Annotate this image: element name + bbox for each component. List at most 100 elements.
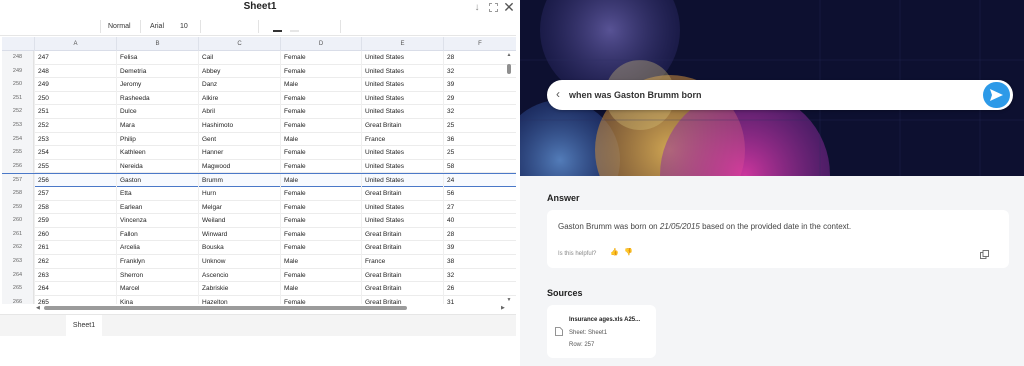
table-cell[interactable]: Demetria: [116, 64, 198, 79]
row-number[interactable]: 263: [2, 255, 34, 269]
table-cell[interactable]: Female: [280, 187, 361, 201]
table-cell[interactable]: France: [361, 132, 443, 147]
table-row[interactable]: 252 251 Dulce Abril Female United States 32: [2, 105, 516, 119]
table-row[interactable]: 264 263 Sherron Ascencio Female Great Britain…: [2, 268, 516, 283]
table-cell[interactable]: Female: [280, 214, 361, 228]
table-cell[interactable]: Unknow: [198, 255, 280, 269]
table-cell[interactable]: United States: [361, 105, 443, 119]
bold-icon[interactable]: [273, 30, 282, 32]
table-cell[interactable]: Rasheeda: [116, 91, 198, 106]
table-cell[interactable]: Female: [280, 91, 361, 106]
column-header[interactable]: A: [34, 37, 116, 51]
scroll-thumb[interactable]: [507, 64, 511, 74]
table-cell[interactable]: Philip: [116, 132, 198, 147]
table-cell[interactable]: United States: [361, 159, 443, 174]
source-file-name[interactable]: Insurance ages.xls A25...: [569, 317, 640, 323]
table-cell[interactable]: 255: [34, 159, 116, 174]
row-number[interactable]: 265: [2, 282, 34, 296]
table-cell[interactable]: Bouska: [198, 241, 280, 255]
table-row[interactable]: 248 247 Felisa Cail Female United States 28: [2, 51, 516, 65]
row-number[interactable]: 251: [2, 91, 34, 106]
row-number[interactable]: 254: [2, 132, 34, 147]
table-row[interactable]: 251 250 Rasheeda Alkire Female United States 2…: [2, 91, 516, 106]
row-number[interactable]: 257: [2, 174, 34, 188]
row-number[interactable]: 255: [2, 146, 34, 160]
table-cell[interactable]: France: [361, 255, 443, 269]
table-cell[interactable]: Male: [280, 132, 361, 147]
table-row[interactable]: 259 258 Earlean Melgar Female United States 27: [2, 200, 516, 215]
table-row[interactable]: 265 264 Marcel Zabriskie Male Great Britain 26: [2, 282, 516, 296]
table-cell[interactable]: Dulce: [116, 105, 198, 119]
table-row[interactable]: 261 260 Fallon Winward Female Great Britain 28: [2, 227, 516, 242]
close-icon[interactable]: ✕: [503, 0, 515, 14]
thumbs-down-icon[interactable]: 👎: [624, 248, 633, 256]
font-size-select[interactable]: 10: [180, 22, 188, 31]
table-cell[interactable]: Great Britain: [361, 282, 443, 296]
table-cell[interactable]: Abbey: [198, 64, 280, 79]
table-cell[interactable]: United States: [361, 214, 443, 228]
table-cell[interactable]: Cail: [198, 51, 280, 65]
table-cell[interactable]: United States: [361, 146, 443, 160]
table-cell[interactable]: Nereida: [116, 159, 198, 174]
table-cell[interactable]: 258: [34, 200, 116, 215]
copy-icon[interactable]: [980, 250, 989, 259]
table-cell[interactable]: Fallon: [116, 227, 198, 242]
table-cell[interactable]: Hanner: [198, 146, 280, 160]
table-cell[interactable]: Kathleen: [116, 146, 198, 160]
row-number[interactable]: 264: [2, 268, 34, 283]
table-cell[interactable]: Female: [280, 105, 361, 119]
table-cell[interactable]: Jeromy: [116, 78, 198, 92]
table-row[interactable]: 255 254 Kathleen Hanner Female United States 2…: [2, 146, 516, 160]
table-cell[interactable]: 249: [34, 78, 116, 92]
table-cell[interactable]: 257: [34, 187, 116, 201]
table-cell[interactable]: 261: [34, 241, 116, 255]
table-cell[interactable]: Marcel: [116, 282, 198, 296]
table-cell[interactable]: 262: [34, 255, 116, 269]
table-cell[interactable]: Great Britain: [361, 187, 443, 201]
column-header[interactable]: E: [361, 37, 443, 51]
table-cell[interactable]: Female: [280, 51, 361, 65]
table-cell[interactable]: Hashimoto: [198, 119, 280, 133]
table-cell[interactable]: Female: [280, 200, 361, 215]
scroll-up-icon[interactable]: ▲: [506, 52, 512, 58]
cell-style-select[interactable]: Normal: [108, 22, 131, 31]
table-cell[interactable]: 263: [34, 268, 116, 283]
table-cell[interactable]: Winward: [198, 227, 280, 242]
table-row[interactable]: 258 257 Etta Hurn Female Great Britain 56: [2, 187, 516, 201]
table-cell[interactable]: Mara: [116, 119, 198, 133]
table-cell[interactable]: United States: [361, 78, 443, 92]
scroll-left-icon[interactable]: ◀: [36, 304, 40, 312]
column-header[interactable]: D: [280, 37, 361, 51]
scroll-right-icon[interactable]: ▶: [501, 304, 505, 312]
horizontal-scrollbar[interactable]: ◀ ▶: [36, 304, 510, 312]
table-row[interactable]: 263 262 Franklyn Unknow Male France 38: [2, 255, 516, 269]
table-cell[interactable]: Felisa: [116, 51, 198, 65]
table-cell[interactable]: Female: [280, 227, 361, 242]
table-cell[interactable]: Melgar: [198, 200, 280, 215]
table-cell[interactable]: Female: [280, 64, 361, 79]
table-cell[interactable]: Gaston: [116, 174, 198, 188]
column-header[interactable]: B: [116, 37, 198, 51]
table-cell[interactable]: 248: [34, 64, 116, 79]
table-cell[interactable]: Kina: [116, 295, 198, 304]
table-cell[interactable]: Male: [280, 255, 361, 269]
row-number[interactable]: 248: [2, 51, 34, 65]
table-cell[interactable]: 259: [34, 214, 116, 228]
table-row[interactable]: 257 256 Gaston Brumm Male United States 24: [2, 173, 516, 188]
corner-cell[interactable]: [2, 37, 34, 51]
table-cell[interactable]: Great Britain: [361, 268, 443, 283]
scroll-thumb[interactable]: [44, 306, 407, 310]
column-header[interactable]: F: [443, 37, 516, 51]
table-cell[interactable]: Hurn: [198, 187, 280, 201]
fullscreen-icon[interactable]: [487, 2, 499, 14]
table-cell[interactable]: Great Britain: [361, 295, 443, 304]
row-number[interactable]: 253: [2, 119, 34, 133]
table-cell[interactable]: 251: [34, 105, 116, 119]
table-cell[interactable]: 253: [34, 132, 116, 147]
table-cell[interactable]: Ascencio: [198, 268, 280, 283]
table-row[interactable]: 250 249 Jeromy Danz Male United States 39: [2, 78, 516, 92]
table-cell[interactable]: Vincenza: [116, 214, 198, 228]
row-number[interactable]: 250: [2, 78, 34, 92]
table-cell[interactable]: Sherron: [116, 268, 198, 283]
table-cell[interactable]: Hazelton: [198, 295, 280, 304]
